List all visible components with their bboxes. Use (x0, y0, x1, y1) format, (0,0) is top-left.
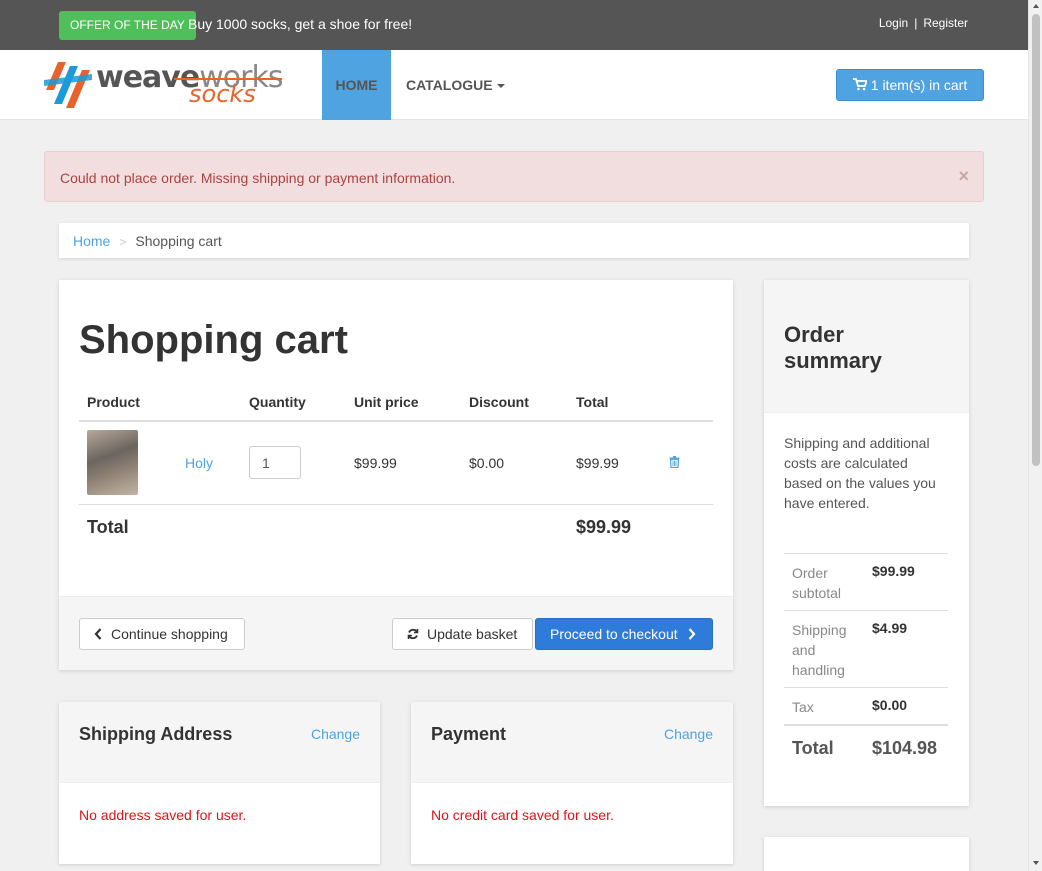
summary-label: Order subtotal (792, 565, 842, 601)
cart-total-label: Total (87, 517, 129, 537)
register-link[interactable]: Register (923, 16, 968, 30)
proceed-checkout-button[interactable]: Proceed to checkout (535, 618, 713, 650)
summary-value: $0.00 (872, 697, 908, 713)
scroll-thumb[interactable] (1032, 14, 1040, 466)
row-total: $99.99 (576, 455, 619, 471)
product-image[interactable] (87, 430, 138, 495)
update-basket-button[interactable]: Update basket (392, 618, 533, 650)
shipping-change-link[interactable]: Change (311, 726, 360, 742)
breadcrumb-current: Shopping cart (135, 233, 222, 249)
summary-total-value: $104.98 (872, 738, 938, 758)
table-header-divider (79, 420, 713, 422)
continue-shopping-label: Continue shopping (111, 626, 228, 642)
account-links: Login | Register (879, 16, 968, 30)
alert-message: Could not place order. Missing shipping … (60, 170, 456, 186)
weaveworks-logo-icon (44, 62, 92, 108)
breadcrumb: Home > Shopping cart (59, 223, 969, 258)
col-header-quantity: Quantity (249, 394, 306, 410)
discount: $0.00 (469, 455, 505, 471)
nav-catalogue-label: CATALOGUE (406, 77, 493, 93)
chevron-left-icon (94, 628, 102, 641)
summary-row-subtotal: Order subtotal $99.99 (784, 553, 948, 610)
col-header-discount: Discount (469, 394, 529, 410)
summary-value: $4.99 (872, 620, 908, 636)
summary-row-total: Total $104.98 (784, 724, 948, 774)
quantity-input[interactable] (249, 446, 301, 479)
summary-row-shipping: Shipping and handling $4.99 (784, 610, 948, 687)
nav-home[interactable]: HOME (322, 50, 391, 120)
weaveworks-socks-logo[interactable]: weaveworks socks (44, 60, 284, 110)
breadcrumb-home[interactable]: Home (73, 233, 110, 249)
refresh-icon (407, 629, 419, 640)
update-basket-label: Update basket (427, 626, 518, 642)
summary-header: Order summary (764, 280, 969, 413)
shipping-address-panel: Shipping Address Change No address saved… (59, 702, 380, 864)
summary-value: $99.99 (872, 563, 915, 579)
summary-row-tax: Tax $0.00 (784, 687, 948, 724)
col-header-product: Product (87, 394, 140, 410)
shipping-header: Shipping Address Change (59, 702, 380, 783)
payment-change-link[interactable]: Change (664, 726, 713, 742)
breadcrumb-separator: > (119, 235, 127, 249)
trash-icon[interactable] (669, 456, 680, 468)
coupon-panel (764, 837, 969, 871)
scroll-up-arrow-icon[interactable] (1033, 4, 1039, 8)
summary-description: Shipping and additional costs are calcul… (784, 435, 936, 511)
page-scrollbar[interactable] (1028, 0, 1042, 871)
shopping-cart-icon (852, 78, 868, 91)
col-header-unit-price: Unit price (354, 394, 419, 410)
continue-shopping-button[interactable]: Continue shopping (79, 618, 245, 650)
close-icon[interactable]: × (958, 166, 969, 187)
login-link[interactable]: Login (879, 16, 908, 30)
proceed-checkout-label: Proceed to checkout (550, 626, 678, 642)
summary-total-label: Total (792, 738, 834, 758)
payment-empty-message: No credit card saved for user. (431, 807, 614, 823)
summary-label: Shipping and handling (792, 622, 847, 678)
nav-catalogue-dropdown[interactable]: CATALOGUE (406, 50, 505, 120)
top-bar: OFFER OF THE DAY Buy 1000 socks, get a s… (0, 0, 1028, 50)
payment-header: Payment Change (411, 702, 733, 783)
summary-title: Order summary (784, 322, 882, 373)
caret-down-icon (496, 84, 505, 89)
order-summary-panel: Order summary Shipping and additional co… (764, 280, 969, 806)
shipping-title: Shipping Address (79, 724, 233, 744)
row-divider (79, 504, 713, 505)
chevron-right-icon (688, 628, 696, 641)
link-separator: | (914, 16, 918, 30)
unit-price: $99.99 (354, 455, 397, 471)
logo-socks: socks (189, 80, 256, 108)
cart-button-label: 1 item(s) in cart (870, 77, 968, 93)
offer-badge[interactable]: OFFER OF THE DAY (59, 11, 196, 40)
offer-text: Buy 1000 socks, get a shoe for free! (188, 16, 413, 32)
summary-label: Tax (792, 699, 814, 715)
col-header-total: Total (576, 394, 609, 410)
cart-actions: Continue shopping Update basket Proceed … (59, 596, 733, 670)
scroll-down-arrow-icon[interactable] (1033, 861, 1039, 865)
shipping-empty-message: No address saved for user. (79, 807, 247, 823)
page-title: Shopping cart (79, 318, 348, 362)
payment-panel: Payment Change No credit card saved for … (411, 702, 733, 864)
error-alert: Could not place order. Missing shipping … (44, 151, 984, 202)
cart-button[interactable]: 1 item(s) in cart (836, 69, 984, 101)
shopping-cart-panel: Shopping cart Product Quantity Unit pric… (59, 280, 733, 670)
payment-title: Payment (431, 724, 507, 744)
cart-total-value: $99.99 (576, 517, 632, 537)
product-name-link[interactable]: Holy (185, 455, 213, 471)
